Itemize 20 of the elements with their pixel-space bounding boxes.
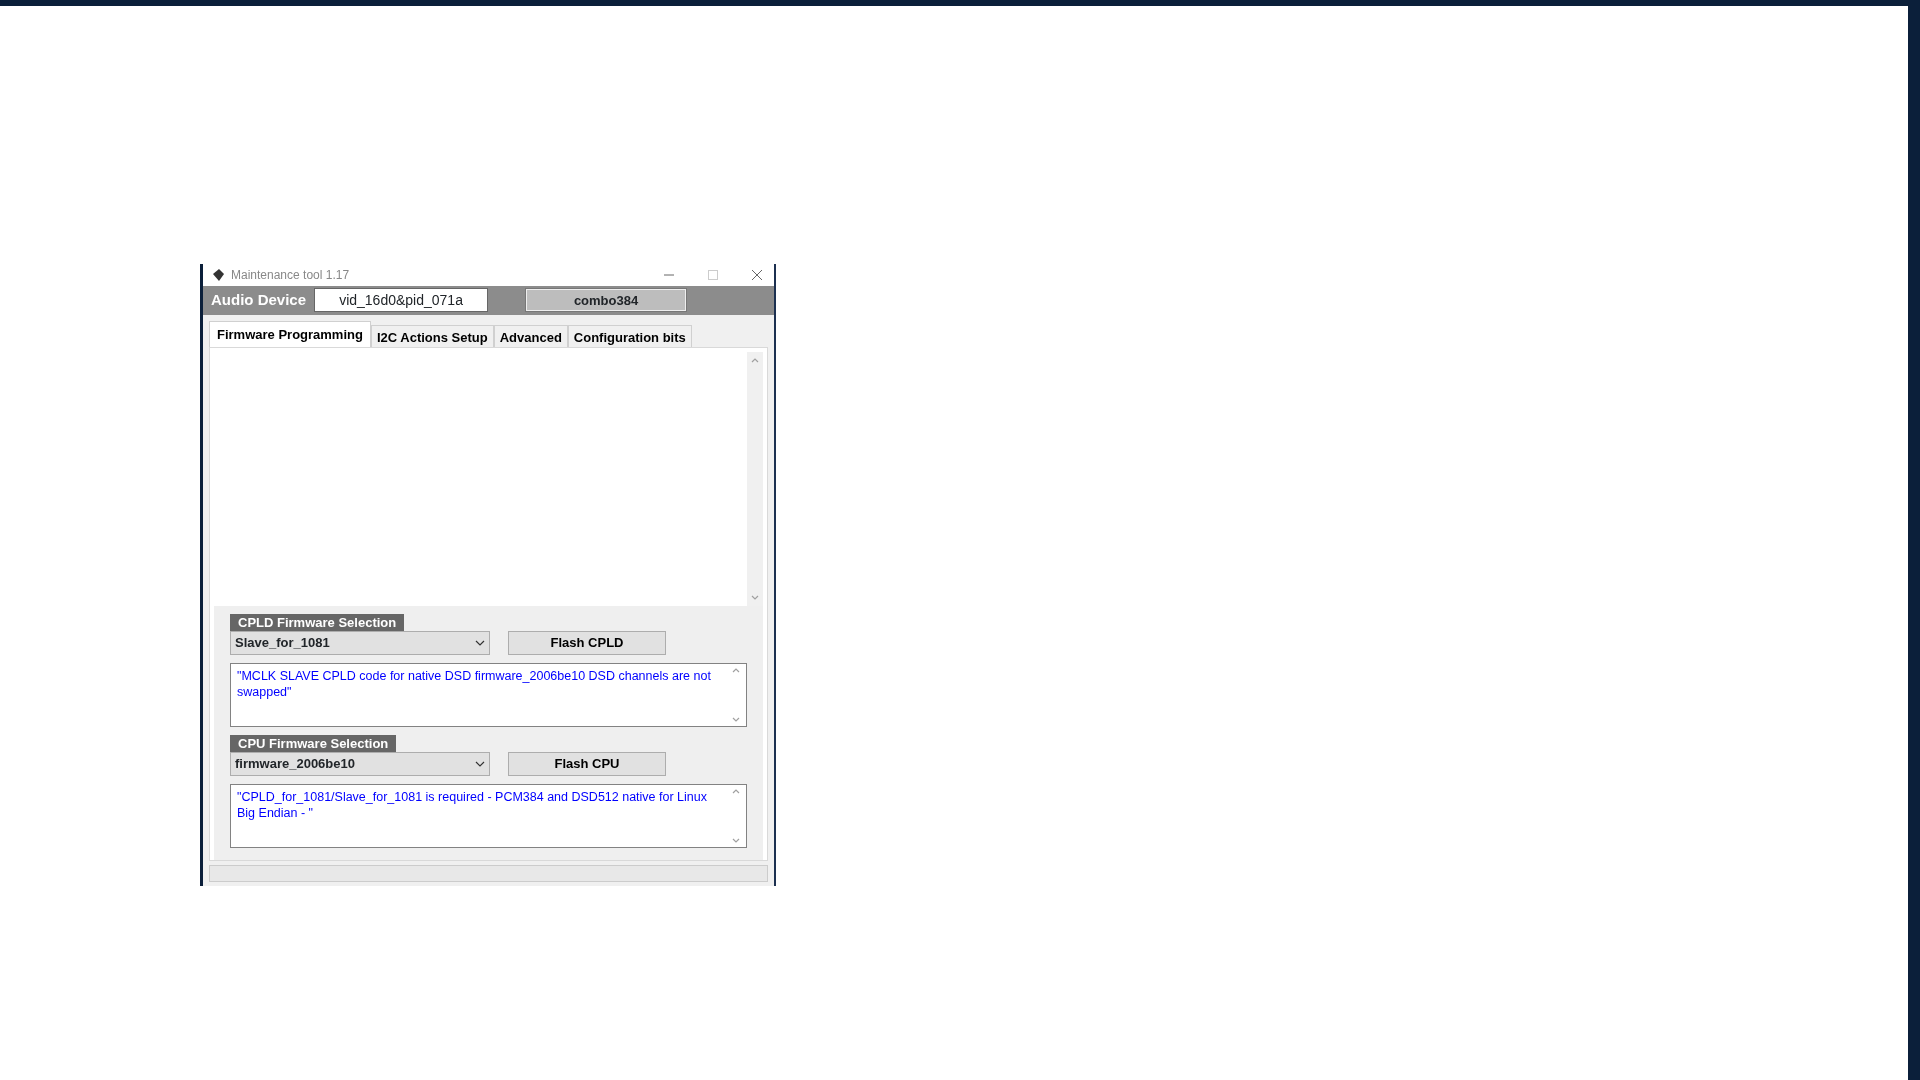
device-label: Audio Device: [211, 290, 307, 311]
dropdown[interactable]: firmware_2006be10: [230, 751, 490, 776]
description-text: "CPLD_for_1081/Slave_for_1081 is required - PCM384 and DSD512 native for Linux Big Endian - ": [237, 788, 708, 822]
flash-button[interactable]: Flash CPLD: [508, 630, 666, 655]
chevron-down-icon: [475, 759, 485, 768]
dropdown[interactable]: Slave_for_1081: [230, 630, 490, 655]
device-name-field: combo384: [526, 289, 687, 312]
device-id-field[interactable]: vid_16d0&pid_071a: [314, 288, 489, 313]
tab[interactable]: Configuration bits: [567, 324, 692, 347]
flash-button[interactable]: Flash CPU: [508, 751, 666, 776]
tab[interactable]: I2C Actions Setup: [370, 324, 494, 347]
section-title: CPLD Firmware Selection: [230, 613, 405, 631]
scrollbar[interactable]: [747, 351, 763, 606]
section-title: CPU Firmware Selection: [230, 734, 397, 752]
app-icon: [211, 268, 225, 282]
description-text: "MCLK SLAVE CPLD code for native DSD firmware_2006be10 DSD channels are not swapped": [237, 667, 712, 701]
window-title: Maintenance tool 1.17: [231, 267, 351, 284]
tab[interactable]: Firmware Programming: [209, 320, 371, 347]
tab[interactable]: Advanced: [493, 324, 568, 347]
chevron-down-icon: [475, 638, 485, 647]
